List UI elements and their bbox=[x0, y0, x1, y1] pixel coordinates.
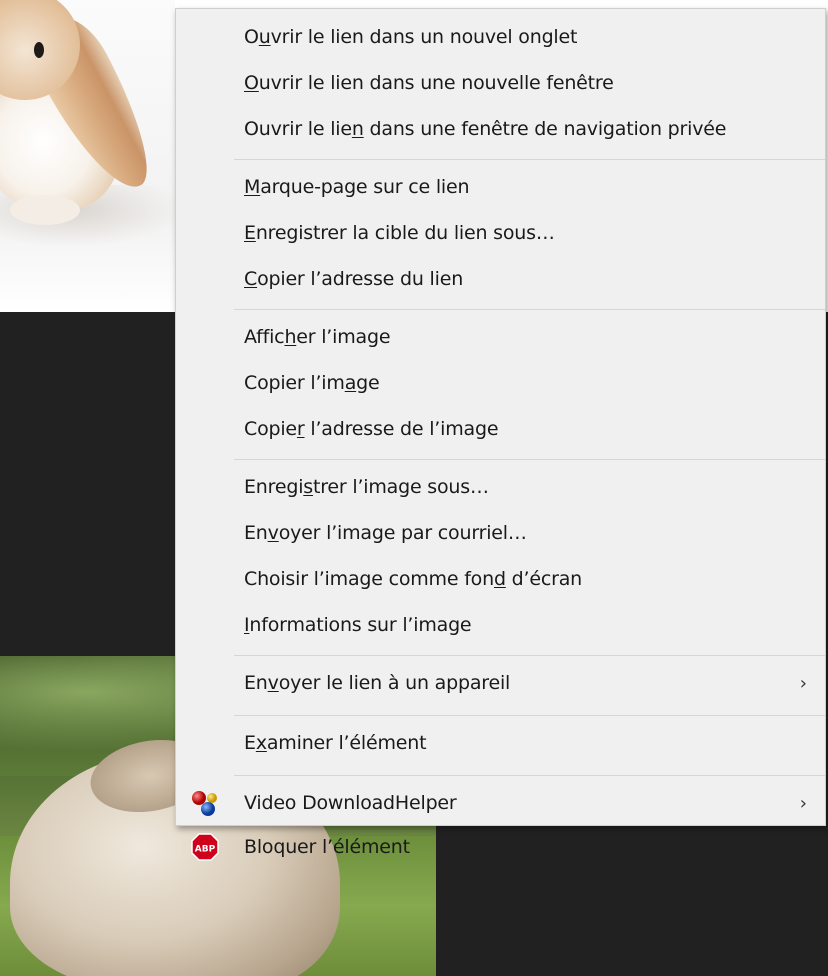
menu-separator bbox=[234, 655, 825, 656]
menu-item-ouvrir-le-lien-dans-un-nouvel-onglet[interactable]: Ouvrir le lien dans un nouvel onglet bbox=[176, 18, 825, 56]
menu-item-label: Copier l’adresse du lien bbox=[244, 268, 464, 290]
menu-item-label: Ouvrir le lien dans une nouvelle fenêtre bbox=[244, 72, 614, 94]
menu-item-label: Envoyer le lien à un appareil bbox=[244, 672, 511, 694]
access-key: C bbox=[244, 268, 258, 290]
menu-item-label: Bloquer l’élément bbox=[244, 836, 410, 858]
access-key: v bbox=[267, 672, 279, 694]
rabbit-eye bbox=[34, 42, 44, 58]
menu-separator bbox=[234, 159, 825, 160]
menu-item-label: Enregistrer la cible du lien sous… bbox=[244, 222, 555, 244]
adblock-plus-icon: ABP bbox=[190, 832, 220, 862]
access-key: E bbox=[244, 222, 256, 244]
access-key: r bbox=[296, 418, 305, 440]
access-key: d bbox=[493, 568, 506, 590]
menu-separator bbox=[234, 775, 825, 776]
access-key: v bbox=[267, 522, 279, 544]
menu-separator bbox=[234, 715, 825, 716]
menu-item-examiner-l-element[interactable]: Examiner l’élément bbox=[176, 724, 825, 762]
menu-item-label: Afficher l’image bbox=[244, 326, 391, 348]
menu-separator bbox=[234, 309, 825, 310]
access-key: s bbox=[303, 476, 313, 498]
menu-item-label: Ouvrir le lien dans une fenêtre de navig… bbox=[244, 118, 727, 140]
menu-item-label: Copier l’image bbox=[244, 372, 380, 394]
menu-separator bbox=[234, 459, 825, 460]
access-key: u bbox=[258, 26, 271, 48]
access-key: I bbox=[244, 614, 250, 636]
menu-item-label: Marque-page sur ce lien bbox=[244, 176, 470, 198]
submenu-arrow-icon: › bbox=[799, 672, 807, 694]
menu-item-copier-l-adresse-de-l-image[interactable]: Copier l’adresse de l’image bbox=[176, 410, 825, 448]
menu-item-label: Envoyer l’image par courriel… bbox=[244, 522, 527, 544]
access-key: a bbox=[344, 372, 357, 394]
menu-item-ouvrir-le-lien-dans-une-nouvelle-fenetre[interactable]: Ouvrir le lien dans une nouvelle fenêtre bbox=[176, 64, 825, 102]
access-key: x bbox=[255, 732, 267, 754]
menu-item-enregistrer-l-image-sous[interactable]: Enregistrer l’image sous… bbox=[176, 468, 825, 506]
menu-item-label: Enregistrer l’image sous… bbox=[244, 476, 489, 498]
menu-item-ouvrir-le-lien-dans-une-fenetre-de-navig[interactable]: Ouvrir le lien dans une fenêtre de navig… bbox=[176, 110, 825, 148]
rabbit-foot bbox=[10, 195, 80, 225]
menu-item-choisir-l-image-comme-fond-d-ecran[interactable]: Choisir l’image comme fond d’écran bbox=[176, 560, 825, 598]
menu-item-informations-sur-l-image[interactable]: Informations sur l’image bbox=[176, 606, 825, 644]
menu-item-bloquer-l-element[interactable]: ABP Bloquer l’élément bbox=[176, 828, 825, 866]
submenu-arrow-icon: › bbox=[799, 792, 807, 814]
menu-item-label: Choisir l’image comme fond d’écran bbox=[244, 568, 583, 590]
access-key: n bbox=[351, 118, 364, 140]
menu-item-label: Ouvrir le lien dans un nouvel onglet bbox=[244, 26, 578, 48]
menu-item-video-downloadhelper[interactable]: Video DownloadHelper › bbox=[176, 784, 825, 822]
menu-item-marque-page-sur-ce-lien[interactable]: Marque-page sur ce lien bbox=[176, 168, 825, 206]
access-key: M bbox=[244, 176, 261, 198]
menu-item-copier-l-adresse-du-lien[interactable]: Copier l’adresse du lien bbox=[176, 260, 825, 298]
access-key: h bbox=[284, 326, 297, 348]
menu-item-label: Examiner l’élément bbox=[244, 732, 427, 754]
menu-item-copier-l-image[interactable]: Copier l’image bbox=[176, 364, 825, 402]
video-downloadhelper-icon bbox=[190, 788, 220, 818]
menu-item-afficher-l-image[interactable]: Afficher l’image bbox=[176, 318, 825, 356]
menu-item-envoyer-l-image-par-courriel[interactable]: Envoyer l’image par courriel… bbox=[176, 514, 825, 552]
context-menu: Ouvrir le lien dans un nouvel onglet Ouvr… bbox=[175, 8, 826, 861]
menu-item-label: Copier l’adresse de l’image bbox=[244, 418, 499, 440]
menu-item-envoyer-le-lien-a-un-appareil[interactable]: Envoyer le lien à un appareil › bbox=[176, 664, 825, 702]
menu-item-enregistrer-la-cible-du-lien-sous[interactable]: Enregistrer la cible du lien sous… bbox=[176, 214, 825, 252]
rabbit-image-top[interactable] bbox=[0, 0, 175, 312]
menu-item-label: Informations sur l’image bbox=[244, 614, 472, 636]
abp-icon-text: ABP bbox=[195, 845, 216, 855]
access-key: O bbox=[244, 72, 259, 94]
menu-item-label: Video DownloadHelper bbox=[244, 792, 457, 814]
